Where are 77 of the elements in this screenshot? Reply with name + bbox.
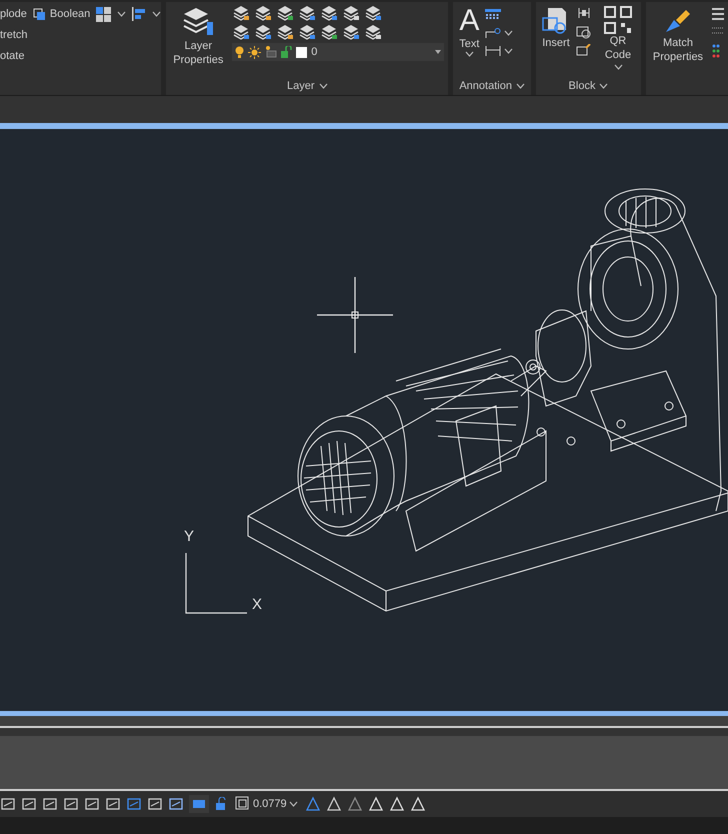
chevron-down-icon <box>516 83 525 89</box>
rotate-button[interactable]: otate <box>0 48 24 64</box>
layer-icon[interactable] <box>276 5 294 21</box>
dimension-icon[interactable] <box>485 45 502 57</box>
block-attribute-icon[interactable] <box>576 6 592 20</box>
layer-icon[interactable] <box>320 5 338 21</box>
layer-icon[interactable] <box>298 5 316 21</box>
chevron-down-icon <box>318 83 328 89</box>
status-toggle-icon[interactable] <box>63 796 79 812</box>
x-axis-label: X <box>252 597 262 613</box>
caret-icon <box>504 48 514 54</box>
layer-icon[interactable] <box>342 24 360 40</box>
status-toggle-icon[interactable] <box>105 796 121 812</box>
workspace-icon[interactable] <box>189 795 209 813</box>
stretch-button[interactable]: tretch <box>0 26 28 44</box>
explode-button[interactable]: plode <box>0 6 27 22</box>
block-edit-icon[interactable] <box>576 44 592 58</box>
layer-icon[interactable] <box>254 24 272 40</box>
status-toggle-icon[interactable] <box>42 796 58 812</box>
layer-icon[interactable] <box>342 5 360 21</box>
status-toggle-icon[interactable] <box>147 796 163 812</box>
layer-icon[interactable] <box>364 24 382 40</box>
match-properties-button[interactable]: Match Properties <box>650 6 706 77</box>
viewport-scale-icon <box>235 796 251 812</box>
layer-dropdown[interactable]: 0 <box>232 43 444 61</box>
qr-code-button[interactable]: QR Code <box>598 6 638 77</box>
annotation-toggle-icon[interactable] <box>346 796 363 812</box>
color-swatch-icon <box>296 46 308 58</box>
chevron-down-icon <box>599 83 608 89</box>
letter-icon: A <box>459 5 480 37</box>
y-axis-label: Y <box>184 529 194 545</box>
status-toggle-icon[interactable] <box>0 796 16 812</box>
layer-icon[interactable] <box>298 24 316 40</box>
viewport-icon <box>265 46 278 58</box>
table-icon[interactable] <box>485 9 502 21</box>
scale-value: 0.0779 <box>253 796 287 812</box>
caret-icon <box>117 11 126 17</box>
align-icon[interactable] <box>132 7 146 21</box>
status-toggle-icon[interactable] <box>168 796 184 812</box>
caret-icon <box>464 51 474 57</box>
layer-icon[interactable] <box>364 5 382 21</box>
layer-icon[interactable] <box>254 5 272 21</box>
scale-dropdown[interactable]: 0.0779 <box>233 796 300 812</box>
status-toggle-icon[interactable] <box>21 796 37 812</box>
layer-icon[interactable] <box>232 24 250 40</box>
grid-icon[interactable] <box>96 6 112 22</box>
annotation-toggle-icon[interactable] <box>326 796 342 812</box>
dropdown-arrow-icon <box>435 50 442 54</box>
panel-title: Block <box>568 78 596 94</box>
annotation-toggle-icon[interactable] <box>304 796 321 812</box>
sun-icon <box>248 46 262 58</box>
layer-stack-icon <box>181 5 216 37</box>
caret-icon <box>288 801 298 807</box>
panel-title: Layer <box>287 78 315 94</box>
caret-icon <box>152 11 162 17</box>
leader-icon[interactable] <box>485 27 502 39</box>
qr-code-icon <box>604 6 632 34</box>
layer-name: 0 <box>311 44 318 60</box>
layer-icon[interactable] <box>276 24 294 40</box>
text-button[interactable]: A Text <box>459 5 480 77</box>
status-toggle-icon[interactable] <box>126 796 142 812</box>
crosshair-cursor-icon <box>317 277 393 353</box>
insert-button[interactable]: Insert <box>542 6 570 77</box>
caret-icon <box>504 30 514 36</box>
lightbulb-icon <box>235 46 244 58</box>
panel-title: Annotation <box>459 78 512 94</box>
boolean-icon <box>32 8 46 20</box>
ucs-axes-icon <box>185 553 247 614</box>
block-editor-icon[interactable] <box>576 25 592 39</box>
layer-icon[interactable] <box>320 24 338 40</box>
lock-icon[interactable] <box>214 797 228 811</box>
caret-icon <box>614 64 622 70</box>
boolean-button[interactable]: Boolean <box>32 6 90 22</box>
layer-properties-button[interactable]: Layer Properties <box>170 5 226 77</box>
status-toggle-icon[interactable] <box>84 796 100 812</box>
unlock-icon <box>281 46 292 58</box>
layer-icon[interactable] <box>232 5 250 21</box>
